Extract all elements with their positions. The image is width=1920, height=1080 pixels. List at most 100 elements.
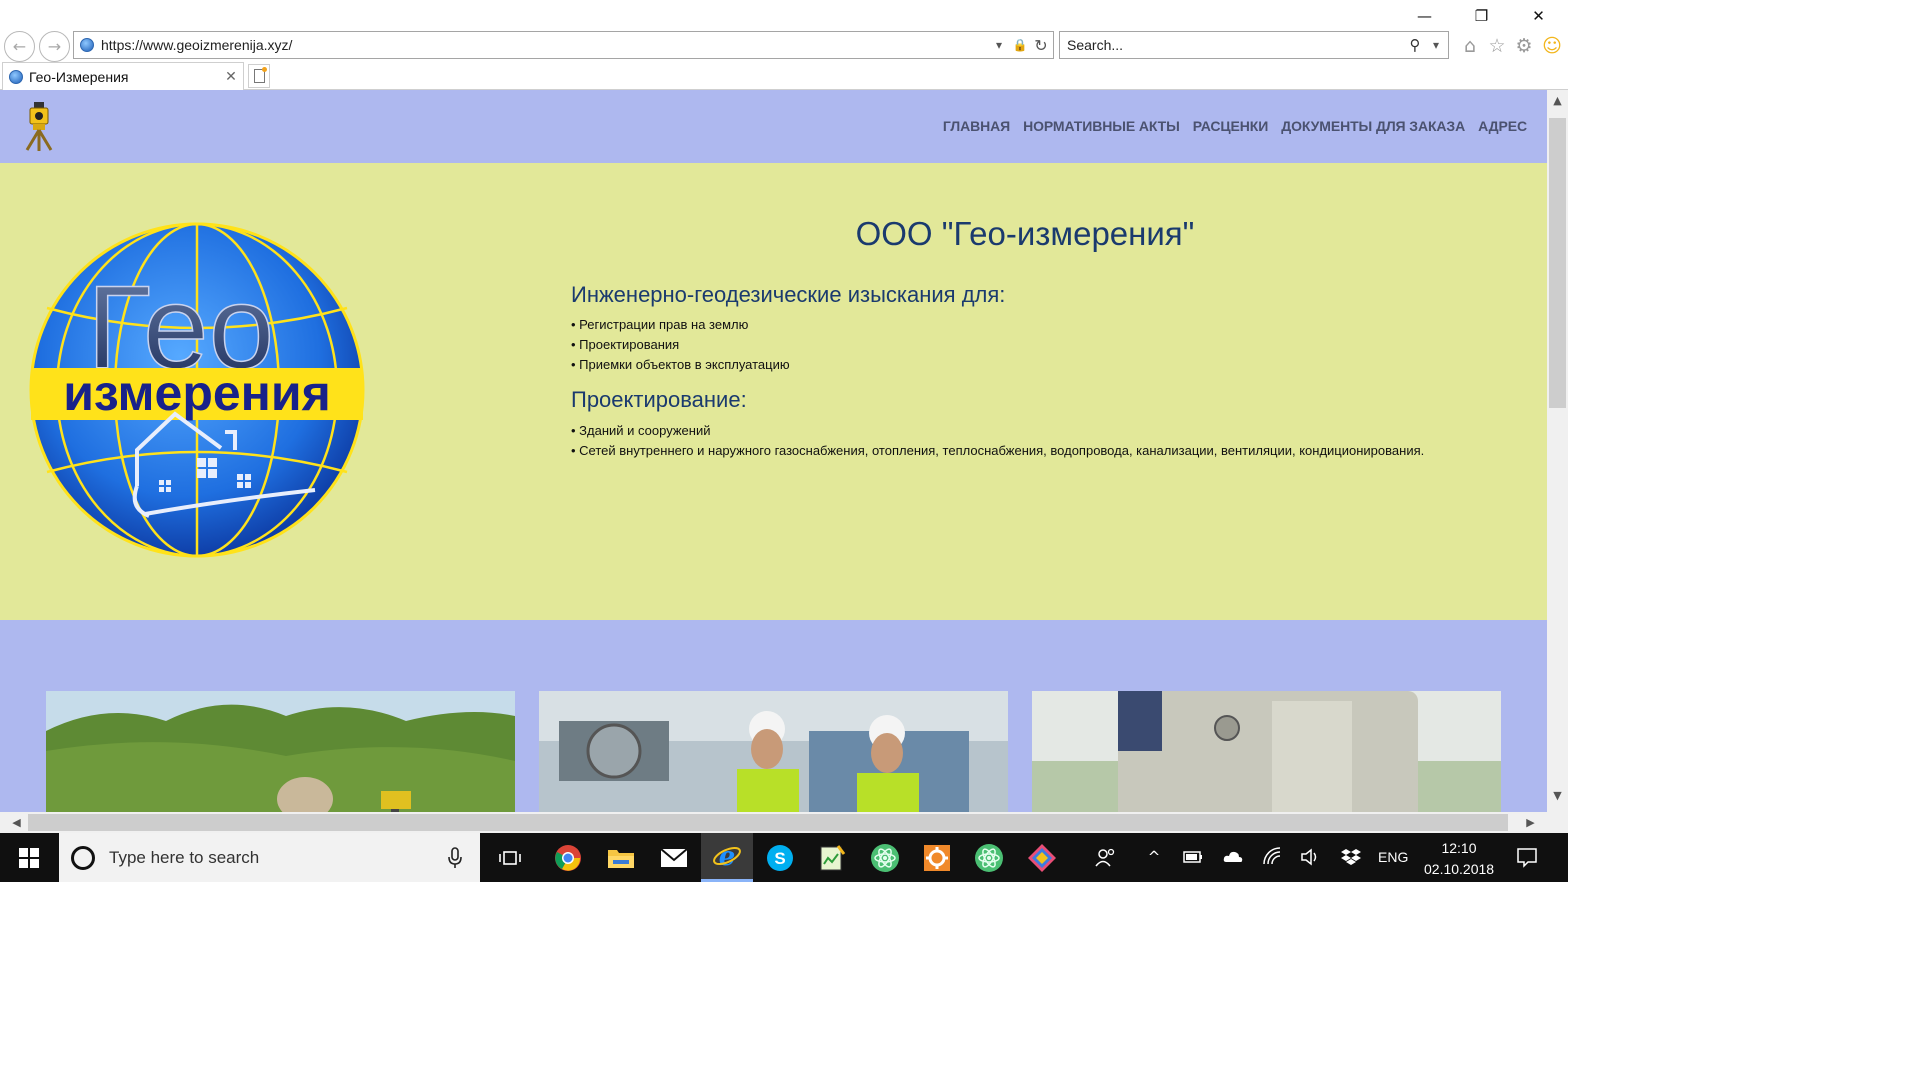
back-button[interactable]: ← <box>4 31 35 62</box>
photo-engineers-construction-site <box>539 691 1008 812</box>
search-box[interactable]: Search... ⚲ ▾ <box>1059 31 1449 59</box>
nav-item-order-documents[interactable]: ДОКУМЕНТЫ ДЛЯ ЗАКАЗА <box>1281 118 1465 134</box>
vertical-scroll-thumb[interactable] <box>1549 118 1566 408</box>
search-dropdown-icon[interactable]: ▾ <box>1427 35 1445 55</box>
smiley-icon[interactable]: ☺ <box>1540 34 1564 58</box>
page-viewport: ГЛАВНАЯ НОРМАТИВНЫЕ АКТЫ РАСЦЕНКИ ДОКУМЕ… <box>0 90 1547 812</box>
windows-logo-icon <box>19 847 39 868</box>
tab-title: Гео-Измерения <box>29 68 129 85</box>
tab-geo-izmereniya[interactable]: Гео-Измерения ✕ <box>2 62 244 90</box>
refresh-icon[interactable]: ↻ <box>1032 35 1050 55</box>
new-tab-icon <box>253 67 267 83</box>
nav-item-home[interactable]: ГЛАВНАЯ <box>943 118 1010 134</box>
hero-section: Гео измерения ООО "Гео-измерения" Инжене… <box>0 163 1547 620</box>
horizontal-scroll-thumb[interactable] <box>28 814 1508 831</box>
taskbar-app-atom-2[interactable] <box>963 833 1015 882</box>
address-dropdown-icon[interactable]: ▾ <box>990 35 1008 55</box>
geo-izmereniya-globe-logo: Гео измерения <box>29 222 365 558</box>
survey-item: • Регистрации прав на землю <box>571 317 749 332</box>
back-icon: ← <box>12 37 27 56</box>
onedrive-icon[interactable] <box>1222 846 1244 868</box>
taskbar-app-internet-explorer[interactable]: e <box>701 833 753 882</box>
taskbar: Type here to search e S ^ ENG 12:10 02.1… <box>0 833 1568 882</box>
notepad-app-icon <box>820 844 846 870</box>
window-titlebar: — ❐ ✕ <box>0 0 1568 32</box>
taskbar-app-skype[interactable]: S <box>754 833 806 882</box>
scroll-right-icon[interactable]: ▶ <box>1520 812 1541 833</box>
address-url[interactable]: https://www.geoizmerenija.xyz/ <box>101 37 990 53</box>
survey-heading: Инженерно-геодезические изыскания для: <box>571 282 1006 307</box>
photo-total-station-closeup <box>1032 691 1501 812</box>
nav-item-address[interactable]: АДРЕС <box>1478 118 1527 134</box>
start-button[interactable] <box>0 833 58 882</box>
horizontal-scrollbar[interactable]: ◀ ▶ <box>0 812 1547 833</box>
svg-text:S: S <box>774 849 785 868</box>
folder-icon <box>608 849 634 868</box>
taskbar-app-notepad[interactable] <box>806 833 858 882</box>
taskbar-app-settings[interactable] <box>911 833 963 882</box>
tab-close-icon[interactable]: ✕ <box>223 69 239 85</box>
volume-icon[interactable] <box>1299 846 1321 868</box>
screen: — ❐ ✕ ← → https://www.geoizmerenija.xyz/… <box>0 0 1568 882</box>
atom-icon <box>871 843 899 872</box>
taskbar-app-atom[interactable] <box>859 833 911 882</box>
clock-time: 12:10 <box>1441 840 1477 856</box>
notifications-icon[interactable] <box>1516 846 1538 868</box>
lock-icon[interactable]: 🔒 <box>1011 35 1029 55</box>
gear-icon[interactable]: ⚙ <box>1512 34 1536 58</box>
minimize-icon: — <box>1417 7 1432 25</box>
dropbox-icon[interactable] <box>1340 846 1362 868</box>
mail-icon <box>660 847 688 867</box>
forward-button[interactable]: → <box>39 31 70 62</box>
tab-strip: Гео-Измерения ✕ <box>0 62 1568 90</box>
people-icon[interactable] <box>1094 846 1116 868</box>
search-input[interactable]: Search... <box>1060 37 1406 53</box>
photo-surveyor-field <box>46 691 515 812</box>
atom-icon <box>975 843 1003 872</box>
star-icon[interactable]: ☆ <box>1485 34 1509 58</box>
battery-icon[interactable] <box>1182 846 1204 868</box>
navigation-toolbar: ← → https://www.geoizmerenija.xyz/ ▾ 🔒 ↻… <box>0 30 1568 62</box>
address-bar[interactable]: https://www.geoizmerenija.xyz/ ▾ 🔒 ↻ <box>73 31 1054 59</box>
new-tab-button[interactable] <box>248 64 270 88</box>
forward-icon: → <box>47 37 62 56</box>
taskbar-search-input[interactable]: Type here to search <box>109 848 446 868</box>
task-view-icon <box>499 850 521 865</box>
vertical-scrollbar[interactable]: ▲ ▼ <box>1547 90 1568 812</box>
site-header: ГЛАВНАЯ НОРМАТИВНЫЕ АКТЫ РАСЦЕНКИ ДОКУМЕ… <box>0 90 1547 163</box>
microphone-icon[interactable] <box>446 846 464 869</box>
total-station-logo-icon[interactable] <box>22 100 56 152</box>
taskbar-search-box[interactable]: Type here to search <box>59 833 480 882</box>
design-heading: Проектирование: <box>571 387 747 412</box>
system-clock[interactable]: 12:10 02.10.2018 <box>1424 838 1494 880</box>
close-icon: ✕ <box>1532 7 1545 25</box>
nav-item-prices[interactable]: РАСЦЕНКИ <box>1193 118 1269 134</box>
survey-item: • Приемки объектов в эксплуатацию <box>571 357 790 372</box>
scroll-left-icon[interactable]: ◀ <box>6 812 27 833</box>
taskbar-app-git[interactable] <box>1016 833 1068 882</box>
nav-item-regulations[interactable]: НОРМАТИВНЫЕ АКТЫ <box>1023 118 1180 134</box>
cortana-icon <box>71 845 95 870</box>
survey-item: • Проектирования <box>571 337 680 352</box>
search-icon[interactable]: ⚲ <box>1406 35 1424 55</box>
restore-button[interactable]: ❐ <box>1453 0 1510 32</box>
chrome-icon <box>555 844 581 871</box>
task-view-button[interactable] <box>484 833 536 882</box>
scroll-up-icon[interactable]: ▲ <box>1547 90 1568 111</box>
clock-date: 02.10.2018 <box>1424 861 1495 877</box>
skype-icon: S <box>767 844 793 871</box>
home-icon[interactable]: ⌂ <box>1458 34 1482 58</box>
scroll-down-icon[interactable]: ▼ <box>1547 785 1568 806</box>
language-indicator[interactable]: ENG <box>1378 849 1408 865</box>
logo-text-izmereniya: измерения <box>63 365 331 421</box>
tab-favicon-icon <box>9 69 23 84</box>
minimize-button[interactable]: — <box>1396 0 1453 32</box>
design-item: • Зданий и сооружений <box>571 423 711 438</box>
taskbar-app-file-explorer[interactable] <box>595 833 647 882</box>
taskbar-app-mail[interactable] <box>648 833 700 882</box>
wifi-icon[interactable] <box>1262 846 1284 868</box>
tray-chevron-icon[interactable]: ^ <box>1143 846 1165 868</box>
taskbar-app-chrome[interactable] <box>542 833 594 882</box>
main-nav: ГЛАВНАЯ НОРМАТИВНЫЕ АКТЫ РАСЦЕНКИ ДОКУМЕ… <box>930 118 1527 134</box>
close-window-button[interactable]: ✕ <box>1510 0 1567 32</box>
